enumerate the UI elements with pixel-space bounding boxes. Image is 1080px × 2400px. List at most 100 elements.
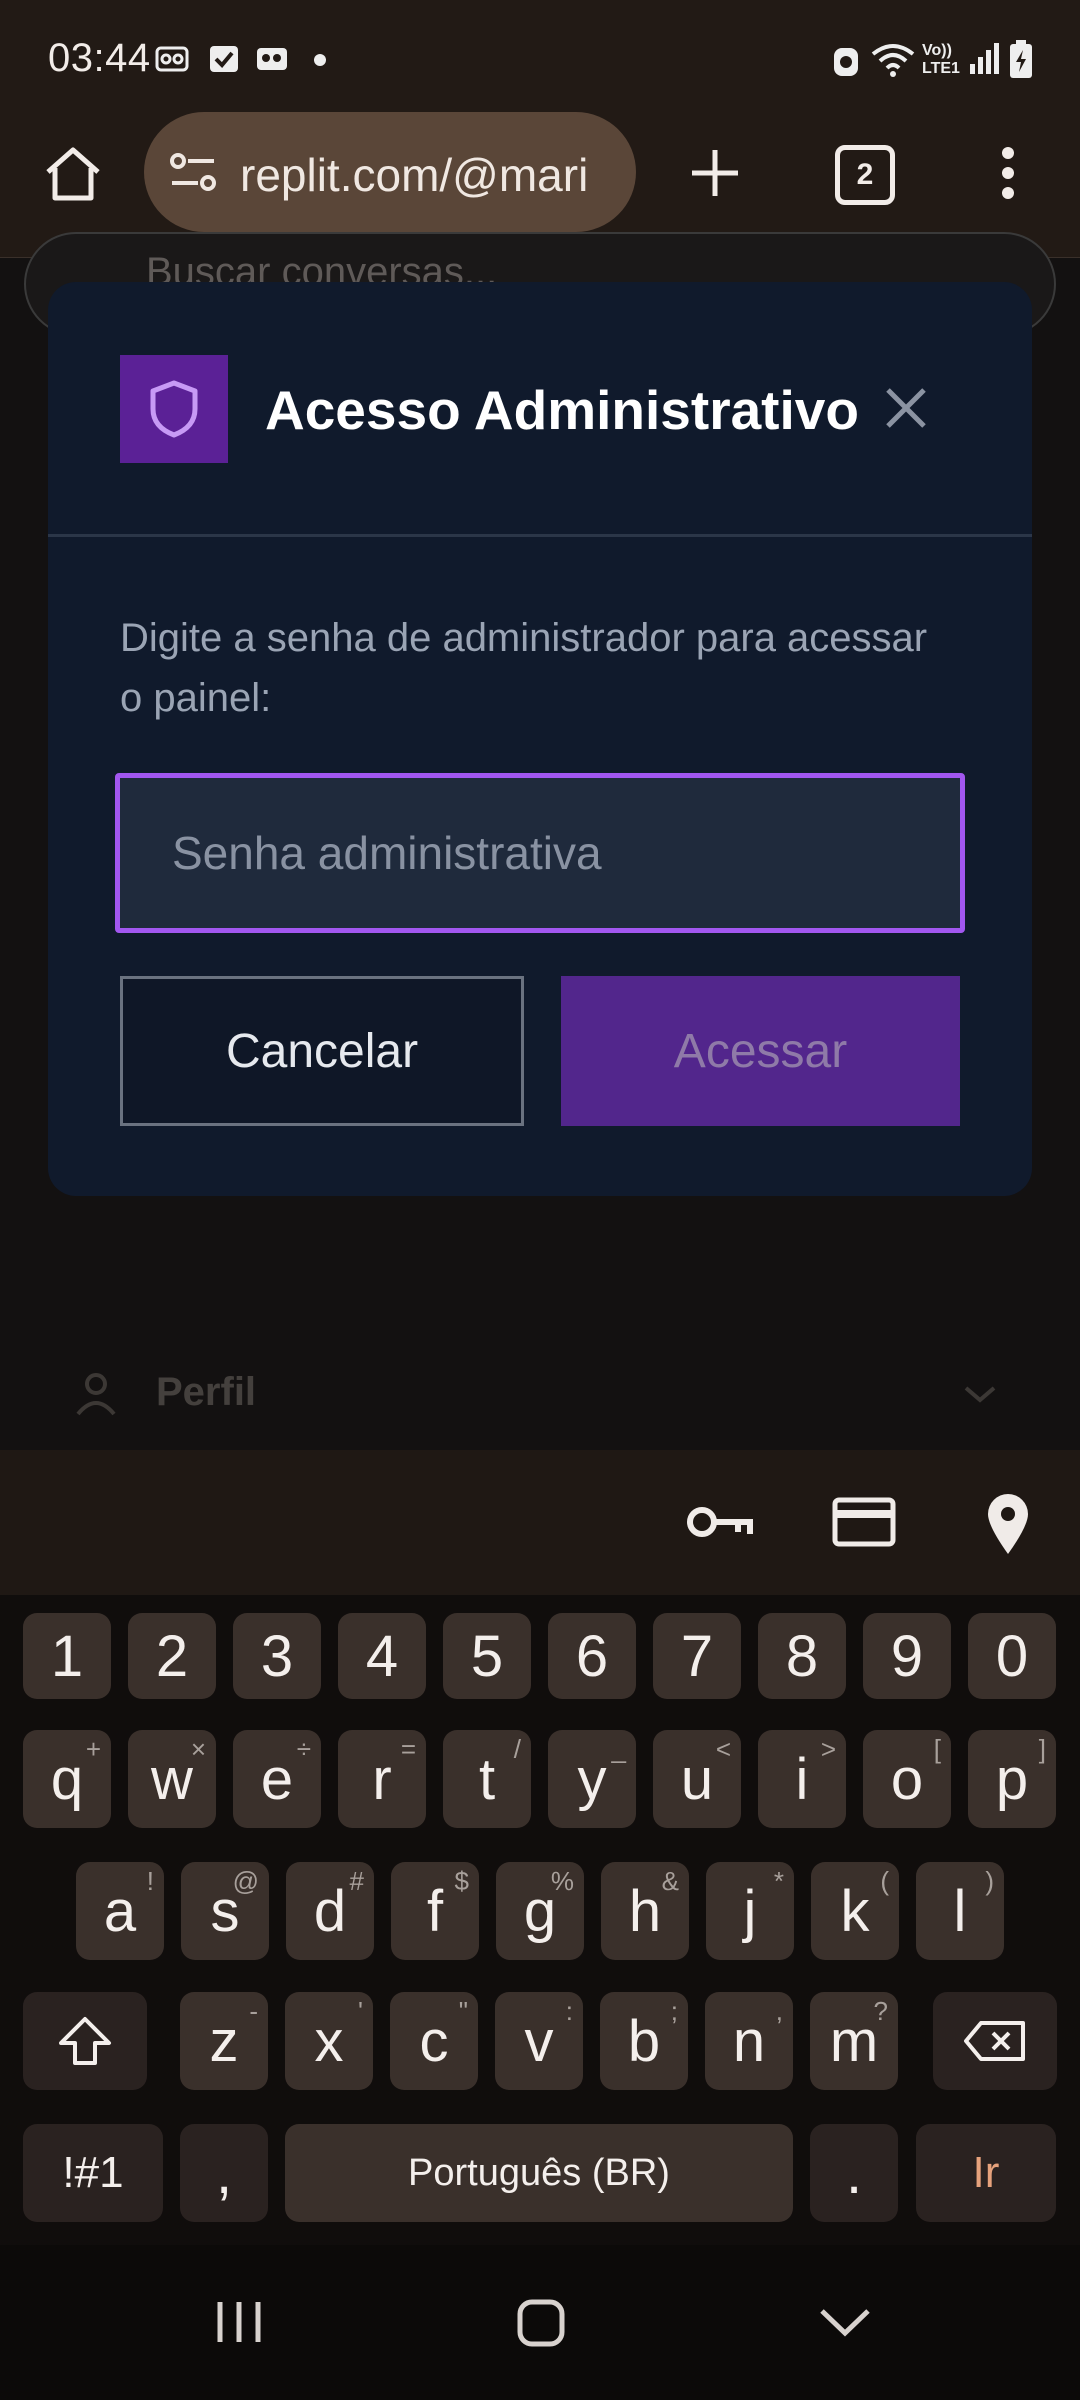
key-z-label: z	[209, 2008, 239, 2074]
key-l-label: l	[953, 1878, 967, 1944]
key-s[interactable]: s @	[181, 1862, 269, 1960]
recents-icon[interactable]	[214, 2298, 264, 2346]
key-d-hint: #	[349, 1866, 364, 1896]
key-b-hint: ;	[670, 1996, 678, 2026]
key-r-label: r	[372, 1746, 392, 1812]
key-i-hint: >	[820, 1734, 836, 1764]
key-8-label: 8	[785, 1623, 819, 1689]
card-icon[interactable]	[832, 1496, 896, 1548]
key-1-label: 1	[50, 1623, 84, 1689]
key-r[interactable]: r =	[338, 1730, 426, 1828]
key-8[interactable]: 8	[758, 1613, 846, 1699]
key-o[interactable]: o[	[863, 1730, 951, 1828]
key-k-hint: (	[880, 1866, 889, 1896]
key-b[interactable]: b;	[600, 1992, 688, 2090]
voicemail-icon	[155, 46, 189, 72]
key-q-label: q	[50, 1746, 84, 1812]
key-m[interactable]: m?	[810, 1992, 898, 2090]
back-hide-keyboard-icon[interactable]	[818, 2305, 872, 2339]
key-o-label: o	[890, 1746, 924, 1812]
key-p[interactable]: p]	[968, 1730, 1056, 1828]
key-2-label: 2	[155, 1623, 189, 1689]
key-j-label: j	[743, 1878, 757, 1944]
key-i-label: i	[795, 1746, 809, 1812]
backspace-icon	[964, 2021, 1025, 2061]
key-5[interactable]: 5	[443, 1613, 531, 1699]
key-i[interactable]: i >	[758, 1730, 846, 1828]
key-h[interactable]: h &	[601, 1862, 689, 1960]
cancel-button[interactable]: Cancelar	[120, 976, 524, 1126]
home-nav-icon[interactable]	[516, 2298, 566, 2348]
key-4[interactable]: 4	[338, 1613, 426, 1699]
signal-icon	[970, 43, 999, 74]
key-7[interactable]: 7	[653, 1613, 741, 1699]
key-y-label: y	[577, 1746, 607, 1812]
key-v[interactable]: v:	[495, 1992, 583, 2090]
key-c[interactable]: c "	[390, 1992, 478, 2090]
key-t[interactable]: t /	[443, 1730, 531, 1828]
key-p-label: p	[995, 1746, 1029, 1812]
key-g[interactable]: g%	[496, 1862, 584, 1960]
backspace-key[interactable]	[933, 1992, 1057, 2090]
key-d[interactable]: d #	[286, 1862, 374, 1960]
key-j[interactable]: j *	[706, 1862, 794, 1960]
key-u-label: u	[680, 1746, 714, 1812]
admin-password-input[interactable]	[115, 773, 965, 933]
checkbox-icon	[210, 46, 238, 72]
period-key[interactable]: .	[810, 2124, 898, 2222]
key-c-label: c	[419, 2008, 449, 2074]
key-w[interactable]: w ×	[128, 1730, 216, 1828]
location-icon[interactable]	[984, 1492, 1032, 1556]
dialog-divider	[48, 534, 1032, 537]
key-3[interactable]: 3	[233, 1613, 321, 1699]
symbols-key[interactable]: !#1	[23, 2124, 163, 2222]
key-x[interactable]: x '	[285, 1992, 373, 2090]
shift-key[interactable]	[23, 1992, 147, 2090]
key-z[interactable]: z-	[180, 1992, 268, 2090]
key-u-hint: <	[715, 1734, 731, 1764]
key-q[interactable]: q +	[23, 1730, 111, 1828]
key-v-label: v	[524, 2008, 554, 2074]
key-u[interactable]: u <	[653, 1730, 741, 1828]
go-key[interactable]: Ir	[916, 2124, 1056, 2222]
key-k[interactable]: k(	[811, 1862, 899, 1960]
key-t-hint: /	[513, 1734, 521, 1764]
battery-charging-icon	[1010, 40, 1032, 78]
key-n[interactable]: n,	[705, 1992, 793, 2090]
key-7-label: 7	[680, 1623, 714, 1689]
alarm-icon	[834, 48, 858, 76]
key-9[interactable]: 9	[863, 1613, 951, 1699]
dialog-description: Digite a senha de administrador para ace…	[120, 616, 928, 720]
dialog-title: Acesso Administrativo	[265, 379, 859, 441]
symbols-key-label: !#1	[62, 2148, 124, 2197]
key-e-label: e	[260, 1746, 294, 1812]
key-a[interactable]: a!	[76, 1862, 164, 1960]
key-x-label: x	[314, 2008, 344, 2074]
key-f[interactable]: f $	[391, 1862, 479, 1960]
key-e[interactable]: e ÷	[233, 1730, 321, 1828]
key-6[interactable]: 6	[548, 1613, 636, 1699]
key-1[interactable]: 1	[23, 1613, 111, 1699]
key-0[interactable]: 0	[968, 1613, 1056, 1699]
space-key[interactable]: Português (BR)	[285, 2124, 793, 2222]
key-l[interactable]: l)	[916, 1862, 1004, 1960]
key-n-label: n	[732, 2008, 766, 2074]
profile-icon	[76, 1373, 116, 1416]
key-y[interactable]: y _	[548, 1730, 636, 1828]
key-n-hint: ,	[775, 1996, 783, 2026]
key-g-hint: %	[550, 1866, 574, 1896]
key-5-label: 5	[470, 1623, 504, 1689]
key-3-label: 3	[260, 1623, 294, 1689]
keyboard-accessory-bar	[0, 1450, 1080, 1595]
profile-label: Perfil	[156, 1370, 257, 1414]
key-w-hint: ×	[190, 1734, 206, 1764]
key-9-label: 9	[890, 1623, 924, 1689]
key-m-hint: ?	[873, 1996, 888, 2026]
key-2[interactable]: 2	[128, 1613, 216, 1699]
status-time: 03:44	[48, 36, 151, 80]
comma-key[interactable]: ,	[180, 2124, 268, 2222]
key-icon[interactable]	[686, 1496, 754, 1548]
shield-badge	[120, 355, 228, 463]
close-icon[interactable]	[876, 378, 936, 438]
access-button[interactable]: Acessar	[561, 976, 960, 1126]
